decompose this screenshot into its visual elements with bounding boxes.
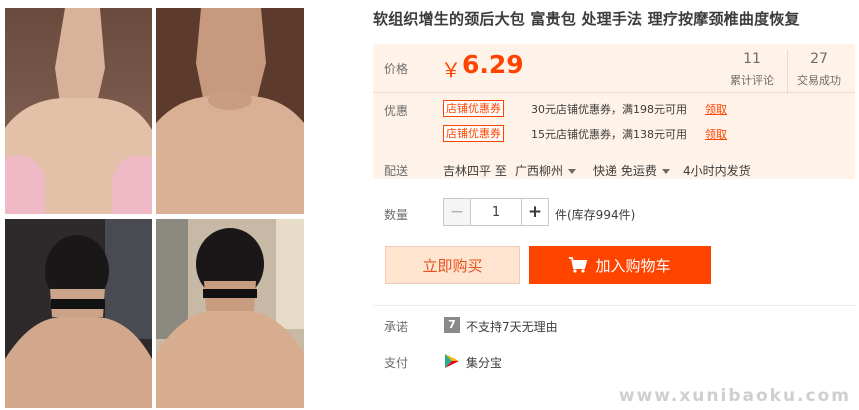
stats-divider bbox=[787, 50, 788, 94]
coupon-claim-link-1[interactable]: 领取 bbox=[705, 101, 727, 117]
price-value: 6.29 bbox=[462, 50, 524, 79]
caret-down-icon bbox=[661, 169, 670, 174]
coupon-text-2: 15元店铺优惠券，满138元可用 bbox=[531, 128, 687, 141]
coupon-text-1: 30元店铺优惠券，满198元可用 bbox=[531, 103, 687, 116]
delivery-method: 快递 免运费 bbox=[593, 164, 657, 178]
quantity-stepper: − + bbox=[443, 198, 549, 226]
product-photo-1[interactable] bbox=[5, 8, 152, 214]
product-title: 软组织增生的颈后大包 富贵包 处理手法 理疗按摩颈椎曲度恢复 bbox=[373, 10, 800, 28]
coupon-claim-link-2[interactable]: 领取 bbox=[705, 126, 727, 142]
quantity-input[interactable] bbox=[471, 199, 521, 225]
price-divider bbox=[373, 92, 855, 93]
add-to-cart-label: 加入购物车 bbox=[595, 256, 671, 275]
price-currency: ￥ bbox=[441, 58, 461, 82]
product-photo-4[interactable] bbox=[156, 219, 304, 408]
stock-text: 件(库存994件) bbox=[555, 208, 636, 222]
sales-count-label: 交易成功 bbox=[797, 74, 841, 87]
sales-count: 27 bbox=[810, 51, 828, 67]
buy-now-label: 立即购买 bbox=[422, 256, 483, 275]
delivery-destination-select[interactable]: 广西柳州 bbox=[515, 162, 577, 179]
quantity-increase-button[interactable]: + bbox=[521, 199, 548, 225]
promise-label: 承诺 bbox=[384, 320, 409, 334]
delivery-method-select[interactable]: 快递 免运费 bbox=[593, 162, 670, 179]
coupon-label: 优惠 bbox=[384, 104, 409, 118]
caret-down-icon bbox=[568, 169, 577, 174]
delivery-destination: 广西柳州 bbox=[515, 164, 564, 178]
payment-text: 集分宝 bbox=[466, 356, 503, 370]
payment-label: 支付 bbox=[384, 356, 409, 370]
review-count-label[interactable]: 累计评论 bbox=[722, 72, 782, 88]
coupon-tag-1: 店铺优惠券 bbox=[443, 100, 504, 117]
delivery-dispatch: 4小时内发货 bbox=[683, 164, 751, 178]
site-watermark: www.xunibaoku.com bbox=[618, 386, 851, 406]
review-count[interactable]: 11 bbox=[722, 51, 782, 67]
delivery-origin: 吉林四平 至 bbox=[443, 164, 507, 178]
product-photo-3[interactable] bbox=[5, 219, 152, 408]
jifenbao-icon bbox=[445, 354, 459, 368]
coupon-tag-2: 店铺优惠券 bbox=[443, 125, 504, 142]
delivery-label: 配送 bbox=[384, 164, 409, 178]
quantity-decrease-button[interactable]: − bbox=[444, 199, 471, 225]
section-divider bbox=[373, 305, 855, 306]
seven-day-badge-icon: 7 bbox=[444, 317, 460, 333]
promise-text[interactable]: 不支持7天无理由 bbox=[466, 318, 558, 335]
buy-now-button[interactable]: 立即购买 bbox=[385, 246, 520, 284]
shopping-cart-icon bbox=[569, 257, 588, 273]
add-to-cart-button[interactable]: 加入购物车 bbox=[529, 246, 711, 284]
price-label: 价格 bbox=[384, 62, 409, 76]
product-photo-2[interactable] bbox=[156, 8, 304, 214]
quantity-label: 数量 bbox=[384, 208, 409, 222]
